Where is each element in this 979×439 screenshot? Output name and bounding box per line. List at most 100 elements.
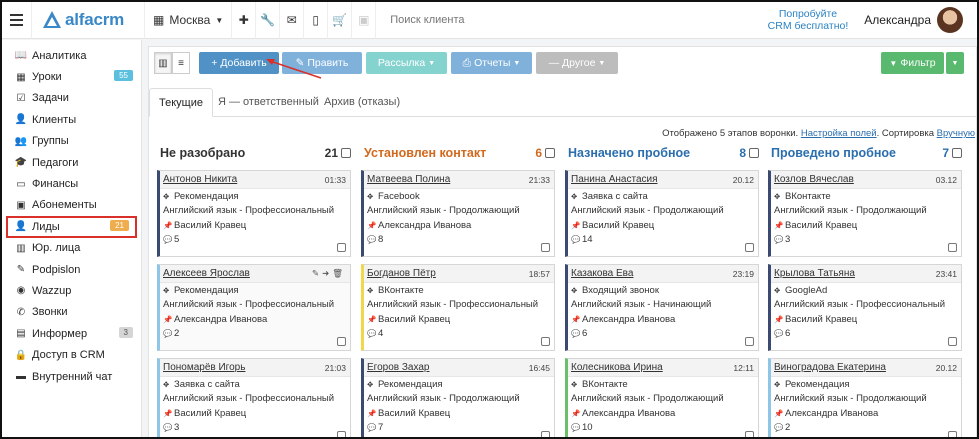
sidebar-item-1[interactable]: ▦ Уроки 55 (2, 66, 141, 87)
card-select-checkbox[interactable] (948, 243, 957, 252)
caret-down-icon: ▼ (428, 59, 436, 67)
lead-card[interactable]: Антонов Никита 01:33 ✥ Рекомендация Английск… (157, 170, 351, 257)
sort-text: . Сортировка (876, 128, 935, 139)
column-select-checkbox[interactable] (341, 148, 351, 158)
tab-current[interactable]: Текущие (149, 88, 213, 117)
kanban-view-toggle[interactable]: ▥ (154, 52, 172, 74)
reports-button[interactable]: ⎙ Отчеты ▼ (451, 52, 532, 74)
card-select-checkbox[interactable] (745, 431, 754, 437)
lead-name-link[interactable]: Матвеева Полина (367, 174, 450, 185)
promo-link[interactable]: Попробуйте CRM бесплатно! (758, 8, 859, 32)
lead-card[interactable]: Матвеева Полина 21:33 ✥ Facebook Английский … (361, 170, 555, 257)
client-search-input[interactable] (376, 2, 727, 39)
lead-name-link[interactable]: Пономарёв Игорь (163, 362, 245, 373)
sidebar-item-2[interactable]: ☑ Задачи (2, 88, 141, 109)
sidebar-item-0[interactable]: 📖 Аналитика (2, 45, 141, 66)
sort-manual-link[interactable]: Вручную (937, 128, 975, 139)
lead-name-link[interactable]: Казакова Ева (571, 268, 633, 279)
card-comments: 💬 7 (364, 421, 554, 436)
course-text: Английский язык - Продолжающий (774, 205, 927, 217)
lead-card[interactable]: Пономарёв Игорь 21:03 ✥ Заявка с сайта Англи… (157, 358, 351, 437)
edit-icon[interactable]: ✎ (312, 268, 322, 278)
lead-card[interactable]: Алексеев Ярослав ✎➜🗑 ✥ Рекомендация Английск… (157, 264, 351, 351)
comment-icon: 💬 (163, 423, 173, 433)
lead-name-link[interactable]: Колесникова Ирина (571, 362, 663, 373)
course-text: Английский язык - Профессиональный (163, 393, 335, 405)
sidebar-item-4[interactable]: 👥 Группы (2, 131, 141, 152)
card-header: Матвеева Полина 21:33 (364, 171, 554, 189)
mailing-button[interactable]: Рассылка ▼ (366, 52, 447, 74)
trash-icon[interactable]: 🗑 (332, 268, 346, 278)
avatar[interactable] (937, 7, 963, 33)
wrench-icon[interactable]: 🔧 (256, 2, 281, 39)
card-select-checkbox[interactable] (541, 337, 550, 346)
sidebar-item-13[interactable]: ▤ Информер 3 (2, 323, 141, 344)
lead-card[interactable]: Крылова Татьяна 23:41 ✥ GoogleAd Английский … (768, 264, 962, 351)
other-button[interactable]: — Другое ▼ (536, 52, 618, 74)
card-course: Английский язык - Профессиональный (160, 298, 350, 313)
logo[interactable]: alfacrm (32, 2, 145, 39)
menu-icon[interactable] (2, 2, 32, 39)
mobile-icon[interactable]: ▯ (304, 2, 329, 39)
list-view-toggle[interactable]: ≡ (172, 52, 190, 74)
sidebar-item-14[interactable]: 🔒 Доступ в CRM (2, 344, 141, 365)
pin-icon: 📌 (163, 408, 173, 418)
sidebar-item-8[interactable]: 👤 Лиды 21 (6, 216, 137, 238)
lead-card[interactable]: Егоров Захар 16:45 ✥ Рекомендация Английский… (361, 358, 555, 437)
sidebar-item-10[interactable]: ✎ Podpislon (2, 259, 141, 280)
sidebar-item-3[interactable]: 👤 Клиенты (2, 109, 141, 130)
filter-button[interactable]: ▼ Фильтр (881, 52, 944, 74)
lead-card[interactable]: Казакова Ева 23:19 ✥ Входящий звонок Английс… (565, 264, 759, 351)
lead-name-link[interactable]: Панина Анастасия (571, 174, 658, 185)
card-select-checkbox[interactable] (337, 243, 346, 252)
lead-card[interactable]: Виноградова Екатерина 20.12 ✥ Рекомендация А… (768, 358, 962, 437)
card-select-checkbox[interactable] (541, 243, 550, 252)
lead-name-link[interactable]: Егоров Захар (367, 362, 430, 373)
lead-card[interactable]: Панина Анастасия 20.12 ✥ Заявка с сайта Англ… (565, 170, 759, 257)
city-select[interactable]: ▦ Москва ▼ (145, 2, 233, 39)
logo-text: alfacrm (65, 10, 125, 29)
money-icon: ▭ (16, 178, 26, 190)
sidebar-item-15[interactable]: ▬ Внутренний чат (2, 366, 141, 387)
sidebar-item-11[interactable]: ◉ Wazzup (2, 280, 141, 301)
lead-card[interactable]: Колесникова Ирина 12:11 ✥ ВКонтакте Английск… (565, 358, 759, 437)
funnel-column: Установлен контакт 6 Матвеева Полина 21:33 ✥… (361, 143, 555, 437)
filter-dropdown-button[interactable]: ▼ (946, 52, 964, 74)
lead-name-link[interactable]: Богданов Пётр (367, 268, 436, 279)
tab-responsible[interactable]: Я — ответственный (209, 88, 328, 117)
tab-archive[interactable]: Архив (отказы) (315, 88, 409, 117)
lead-name-link[interactable]: Алексеев Ярослав (163, 268, 250, 279)
column-select-checkbox[interactable] (952, 148, 962, 158)
user-name[interactable]: Александра (858, 13, 937, 27)
card-select-checkbox[interactable] (948, 337, 957, 346)
lead-name-link[interactable]: Козлов Вячеслав (774, 174, 854, 185)
sidebar-item-12[interactable]: ✆ Звонки (2, 302, 141, 323)
sidebar-item-5[interactable]: 🎓 Педагоги (2, 152, 141, 173)
card-select-checkbox[interactable] (745, 243, 754, 252)
card-select-checkbox[interactable] (337, 431, 346, 437)
card-select-checkbox[interactable] (337, 337, 346, 346)
pin-icon: 📌 (163, 314, 173, 324)
cart-icon[interactable]: 🛒 (328, 2, 353, 39)
promo-line-2: CRM бесплатно! (767, 20, 849, 32)
course-text: Английский язык - Продолжающий (571, 393, 724, 405)
card-select-checkbox[interactable] (948, 431, 957, 437)
lead-card[interactable]: Козлов Вячеслав 03.12 ✥ ВКонтакте Английский… (768, 170, 962, 257)
mail-icon[interactable]: ✉ (280, 2, 305, 39)
plus-icon[interactable]: ✚ (232, 2, 257, 39)
card-select-checkbox[interactable] (541, 431, 550, 437)
card-manager: 📌 Василий Кравец (568, 218, 758, 233)
sidebar-item-6[interactable]: ▭ Финансы (2, 173, 141, 194)
lead-name-link[interactable]: Крылова Татьяна (774, 268, 855, 279)
filter-icon: ▼ (889, 58, 898, 68)
sidebar-item-9[interactable]: ▥ Юр. лица (2, 238, 141, 259)
lead-name-link[interactable]: Виноградова Екатерина (774, 362, 886, 373)
column-select-checkbox[interactable] (749, 148, 759, 158)
fields-settings-link[interactable]: Настройка полей (801, 128, 877, 139)
lead-card[interactable]: Богданов Пётр 18:57 ✥ ВКонтакте Английский я… (361, 264, 555, 351)
arrow-right-icon[interactable]: ➜ (322, 268, 332, 278)
sidebar-item-7[interactable]: ▣ Абонементы (2, 195, 141, 216)
card-select-checkbox[interactable] (745, 337, 754, 346)
lead-name-link[interactable]: Антонов Никита (163, 174, 237, 185)
column-select-checkbox[interactable] (545, 148, 555, 158)
